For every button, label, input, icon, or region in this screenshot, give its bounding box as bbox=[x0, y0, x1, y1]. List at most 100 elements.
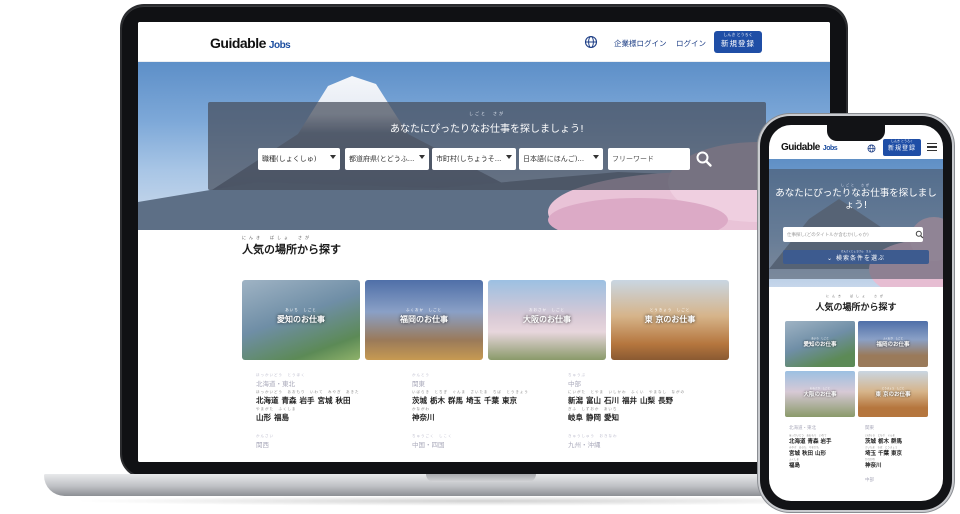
place-card-aichi[interactable]: あいち しごと 愛知のお仕事 bbox=[242, 280, 360, 360]
pref-link[interactable]: 神奈川 bbox=[412, 413, 435, 422]
cond-label-row: ⌄ 検索条件を選ぶ bbox=[783, 254, 929, 263]
pref-link[interactable]: 千葉 bbox=[878, 451, 889, 457]
pref-row: 岐阜 静岡 愛知 bbox=[568, 412, 622, 423]
prefecture-select-label: 都道府県(とどうふ... bbox=[349, 155, 415, 163]
pref-link[interactable]: 山形 bbox=[815, 451, 826, 457]
section-title: 人気の場所から探す bbox=[815, 303, 897, 313]
pref-link[interactable]: 東京 bbox=[502, 396, 517, 405]
register-label: 新規登録 bbox=[721, 39, 755, 48]
hero-title-ruby: しごと さが bbox=[469, 111, 505, 116]
job-type-select-label: 職種(しょくしゅ) bbox=[262, 155, 317, 163]
register-button[interactable]: しんき とうろく 新規登録 bbox=[714, 31, 762, 53]
site-header: Guidable Jobs 企業様ログイン ログイン しんき とうろく 新規登録 bbox=[138, 22, 830, 62]
site-logo[interactable]: Guidable Jobs bbox=[781, 142, 838, 153]
pref-row: 福島 bbox=[789, 461, 802, 469]
laptop-hinge-notch bbox=[426, 474, 536, 482]
region-heading-kanto: 関東 bbox=[865, 426, 874, 431]
pref-row: 茨城 栃木 群馬 bbox=[865, 437, 904, 445]
device-mockup: GuidableJobs 企業様ログイン ログイン しんき とうろく 新規登録 bbox=[0, 0, 960, 514]
logo-text: Guidable bbox=[210, 35, 266, 51]
pref-link[interactable]: 栃木 bbox=[430, 396, 445, 405]
region-heading-hokkaido-tohoku: 北海道・東北 bbox=[256, 380, 295, 388]
japanese-level-select-label: 日本語(にほんご)... bbox=[523, 155, 585, 163]
search-conditions-button[interactable]: けんさくじょうけん えら ⌄ 検索条件を選ぶ bbox=[783, 250, 929, 264]
pref-link[interactable]: 富山 bbox=[586, 396, 601, 405]
hero-title-ruby: しごと さが bbox=[840, 183, 871, 187]
laptop-screen: GuidableJobs 企業様ログイン ログイン しんき とうろく 新規登録 bbox=[138, 22, 830, 462]
logo-text: Guidable bbox=[781, 142, 820, 153]
place-card-ruby: ふくおか しごと bbox=[406, 308, 442, 312]
city-select-label: 市町村(しちょうそ... bbox=[436, 155, 502, 163]
pref-link[interactable]: 山形 bbox=[256, 413, 271, 422]
pref-link[interactable]: 福島 bbox=[274, 413, 289, 422]
pref-link[interactable]: 秋田 bbox=[336, 396, 351, 405]
pref-row: 埼玉 千葉 東京 bbox=[865, 449, 904, 457]
hamburger-icon[interactable] bbox=[927, 143, 937, 152]
chevron-down-icon bbox=[330, 155, 336, 159]
pref-row: 宮城 秋田 山形 bbox=[789, 449, 828, 457]
pref-link[interactable]: 福井 bbox=[622, 396, 637, 405]
login-link[interactable]: ログイン bbox=[676, 38, 706, 49]
place-card-tokyo[interactable]: とうきょう しごと 東 京のお仕事 bbox=[611, 280, 729, 360]
cond-label: 検索条件を選ぶ bbox=[835, 255, 885, 262]
search-input[interactable]: 仕事探し(どのタイトルか含むか(しゃか) bbox=[783, 227, 923, 242]
pref-link[interactable]: 神奈川 bbox=[865, 463, 882, 469]
pref-link[interactable]: 岐阜 bbox=[568, 413, 583, 422]
place-card-osaka[interactable]: おおさか しごと 大阪のお仕事 bbox=[488, 280, 606, 360]
region-heading-hokkaido-tohoku: 北海道・東北 bbox=[789, 426, 816, 431]
globe-icon[interactable] bbox=[867, 144, 876, 153]
pref-link[interactable]: 長野 bbox=[658, 396, 673, 405]
popular-places-section: にんき ばしょ さが 人気の場所から探す あいち しごと 愛知のお仕事 ふくおか… bbox=[138, 230, 830, 462]
place-card-aichi[interactable]: あいち しごと 愛知のお仕事 bbox=[785, 321, 855, 367]
place-card-label: 愛知のお仕事 bbox=[277, 315, 325, 324]
pref-link[interactable]: 福島 bbox=[789, 463, 800, 469]
city-select[interactable]: 市町村(しちょうそ... bbox=[432, 148, 516, 170]
site-logo[interactable]: Guidable Jobs bbox=[210, 35, 291, 51]
search-icon[interactable] bbox=[915, 230, 924, 239]
chevron-down-icon bbox=[593, 155, 599, 159]
pref-link[interactable]: 岩手 bbox=[300, 396, 315, 405]
pref-link[interactable]: 茨城 bbox=[412, 396, 427, 405]
pref-link[interactable]: 新潟 bbox=[568, 396, 583, 405]
place-card-label: 愛知のお仕事 bbox=[803, 342, 837, 348]
section-title: 人気の場所から探す bbox=[242, 243, 341, 256]
register-label: 新規登録 bbox=[887, 145, 916, 152]
japanese-level-select[interactable]: 日本語(にほんご)... bbox=[519, 148, 603, 170]
pref-link[interactable]: 秋田 bbox=[802, 451, 813, 457]
logo-jobs-text: Jobs bbox=[822, 145, 838, 152]
pref-link[interactable]: 山梨 bbox=[640, 396, 655, 405]
register-button[interactable]: しんき とうろく 新規登録 bbox=[883, 139, 921, 156]
place-card-fukuoka[interactable]: ふくおか しごと 福岡のお仕事 bbox=[858, 321, 928, 367]
pref-link[interactable]: 北海道 bbox=[256, 396, 279, 405]
company-login-link[interactable]: 企業様ログイン bbox=[614, 38, 667, 49]
place-card-ruby: とうきょう しごと bbox=[649, 308, 691, 312]
pref-link[interactable]: 静岡 bbox=[586, 413, 601, 422]
place-card-label: 福岡のお仕事 bbox=[400, 315, 448, 324]
pref-row: 神奈川 bbox=[412, 412, 438, 423]
pref-link[interactable]: 宮城 bbox=[318, 396, 333, 405]
pref-link[interactable]: 群馬 bbox=[448, 396, 463, 405]
pref-link[interactable]: 愛知 bbox=[604, 413, 619, 422]
place-card-fukuoka[interactable]: ふくおか しごと 福岡のお仕事 bbox=[365, 280, 483, 360]
place-card-label: 東 京のお仕事 bbox=[875, 392, 911, 398]
job-type-select[interactable]: 職種(しょくしゅ) bbox=[258, 148, 340, 170]
pref-link[interactable]: 東京 bbox=[891, 451, 902, 457]
phone-notch bbox=[827, 125, 885, 141]
free-word-input[interactable]: フリーワード bbox=[608, 148, 690, 170]
pref-row: 神奈川 bbox=[865, 461, 884, 469]
globe-icon[interactable] bbox=[584, 35, 598, 49]
pref-link[interactable]: 青森 bbox=[282, 396, 297, 405]
search-icon[interactable] bbox=[694, 149, 714, 169]
place-card-osaka[interactable]: おおさか しごと 大阪のお仕事 bbox=[785, 371, 855, 417]
place-card-tokyo[interactable]: とうきょう しごと 東 京のお仕事 bbox=[858, 371, 928, 417]
pref-link[interactable]: 千葉 bbox=[484, 396, 499, 405]
place-card-ruby: おおさか しごと bbox=[529, 308, 565, 312]
pref-row: 北海道 青森 岩手 bbox=[789, 437, 834, 445]
place-card-label: 大阪のお仕事 bbox=[523, 315, 571, 324]
pref-link[interactable]: 埼玉 bbox=[466, 396, 481, 405]
prefecture-select[interactable]: 都道府県(とどうふ... bbox=[345, 148, 429, 170]
pref-link[interactable]: 岩手 bbox=[821, 439, 832, 445]
pref-row: 新潟 富山 石川 福井 山梨 長野 bbox=[568, 395, 676, 406]
phone-screen: Guidable Jobs しんき とうろく 新規登録 しごと さが あなたにぴ… bbox=[769, 125, 943, 501]
pref-link[interactable]: 石川 bbox=[604, 396, 619, 405]
